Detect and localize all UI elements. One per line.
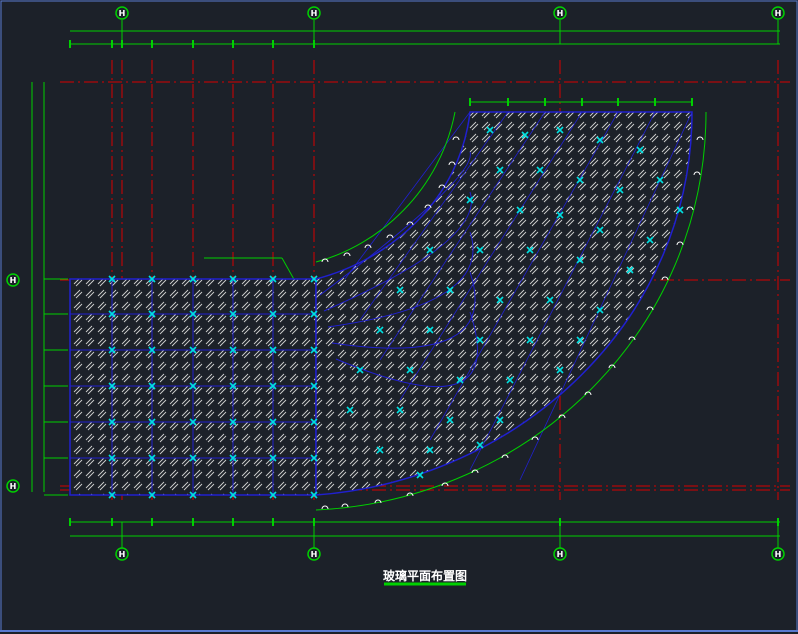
arc-hook-marker: [386, 234, 394, 239]
curved-panel-zone: [315, 111, 693, 496]
bottom-axis-bubbles: H H H H: [115, 547, 785, 561]
arc-hook-marker: [686, 206, 694, 211]
arc-hook-marker: [321, 505, 329, 510]
arc-hook-marker: [676, 241, 684, 246]
arc-hook-marker: [341, 503, 349, 508]
arc-hook-marker: [693, 171, 701, 176]
axis-label: H: [311, 9, 318, 18]
arc-hook-marker: [696, 136, 704, 141]
axis-label: H: [10, 482, 17, 491]
arc-hook-marker: [448, 161, 456, 166]
glass-layout-plan: H H H H H H H H H H 玻璃平面布置图: [0, 0, 798, 632]
arc-hook-marker: [452, 136, 460, 141]
arc-hook-marker: [343, 252, 351, 257]
glass-panels: [69, 111, 693, 496]
axis-label: H: [119, 550, 126, 559]
axis-label: H: [557, 550, 564, 559]
left-axis-bubbles: H H: [6, 273, 20, 493]
arc-hook-marker: [531, 436, 539, 441]
axis-label: H: [119, 9, 126, 18]
drawing-title: 玻璃平面布置图: [383, 568, 467, 583]
axis-label: H: [775, 550, 782, 559]
axis-label: H: [311, 550, 318, 559]
axis-label: H: [557, 9, 564, 18]
axis-label: H: [10, 276, 17, 285]
drawing-canvas: H H H H H H H H H H 玻璃平面布置图: [0, 0, 798, 634]
arc-hook-marker: [364, 244, 372, 249]
top-axis-bubbles: H H H H: [115, 6, 785, 20]
axis-label: H: [775, 9, 782, 18]
